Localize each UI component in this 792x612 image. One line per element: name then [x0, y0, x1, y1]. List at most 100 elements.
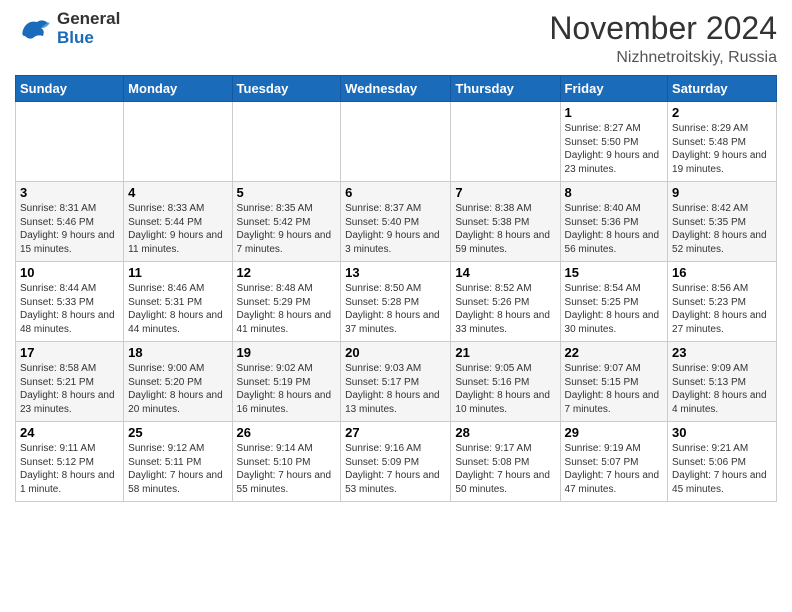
- day-info: Sunrise: 8:50 AM Sunset: 5:28 PM Dayligh…: [345, 282, 446, 336]
- day-number: 20: [345, 345, 446, 360]
- calendar-cell: 10Sunrise: 8:44 AM Sunset: 5:33 PM Dayli…: [16, 262, 124, 342]
- calendar-cell: [16, 102, 124, 182]
- day-number: 9: [672, 185, 772, 200]
- day-number: 22: [565, 345, 664, 360]
- day-number: 27: [345, 425, 446, 440]
- day-number: 19: [237, 345, 337, 360]
- weekday-header-row: SundayMondayTuesdayWednesdayThursdayFrid…: [16, 76, 777, 102]
- day-info: Sunrise: 8:29 AM Sunset: 5:48 PM Dayligh…: [672, 122, 772, 176]
- calendar-cell: 4Sunrise: 8:33 AM Sunset: 5:44 PM Daylig…: [124, 182, 232, 262]
- calendar-cell: 28 Sunrise: 9:17 AM Sunset: 5:08 PM Dayli…: [451, 422, 560, 502]
- calendar-table: SundayMondayTuesdayWednesdayThursdayFrid…: [15, 75, 777, 502]
- calendar-cell: [341, 102, 451, 182]
- calendar-cell: 6Sunrise: 8:37 AM Sunset: 5:40 PM Daylig…: [341, 182, 451, 262]
- day-info: Sunrise: 9:05 AM Sunset: 5:16 PM Dayligh…: [455, 362, 555, 416]
- day-info: Sunrise: 9:12 AM Sunset: 5:11 PM Dayligh…: [128, 442, 227, 496]
- calendar-week-row: 10Sunrise: 8:44 AM Sunset: 5:33 PM Dayli…: [16, 262, 777, 342]
- day-number: 21: [455, 345, 555, 360]
- weekday-header-tuesday: Tuesday: [232, 76, 341, 102]
- calendar-cell: 26Sunrise: 9:14 AM Sunset: 5:10 PM Dayli…: [232, 422, 341, 502]
- calendar-cell: 11 Sunrise: 8:46 AM Sunset: 5:31 PM Dayli…: [124, 262, 232, 342]
- weekday-header-saturday: Saturday: [668, 76, 777, 102]
- calendar-cell: 18Sunrise: 9:00 AM Sunset: 5:20 PM Dayli…: [124, 342, 232, 422]
- calendar-week-row: 1 Sunrise: 8:27 AM Sunset: 5:50 PM Daylig…: [16, 102, 777, 182]
- day-info: Sunrise: 8:31 AM Sunset: 5:46 PM Dayligh…: [20, 202, 119, 256]
- day-number: 2: [672, 105, 772, 120]
- day-info: Sunrise: 8:48 AM Sunset: 5:29 PM Dayligh…: [237, 282, 337, 336]
- logo-blue: Blue: [57, 29, 120, 48]
- weekday-header-wednesday: Wednesday: [341, 76, 451, 102]
- calendar-cell: 27 Sunrise: 9:16 AM Sunset: 5:09 PM Dayli…: [341, 422, 451, 502]
- day-number: 5: [237, 185, 337, 200]
- day-info: Sunrise: 9:03 AM Sunset: 5:17 PM Dayligh…: [345, 362, 446, 416]
- day-number: 17: [20, 345, 119, 360]
- day-number: 15: [565, 265, 664, 280]
- calendar-cell: [124, 102, 232, 182]
- day-info: Sunrise: 9:16 AM Sunset: 5:09 PM Dayligh…: [345, 442, 446, 496]
- day-number: 3: [20, 185, 119, 200]
- calendar-cell: [232, 102, 341, 182]
- day-info: Sunrise: 9:09 AM Sunset: 5:13 PM Dayligh…: [672, 362, 772, 416]
- day-info: Sunrise: 9:17 AM Sunset: 5:08 PM Dayligh…: [455, 442, 555, 496]
- weekday-header-monday: Monday: [124, 76, 232, 102]
- day-info: Sunrise: 8:56 AM Sunset: 5:23 PM Dayligh…: [672, 282, 772, 336]
- day-number: 14: [455, 265, 555, 280]
- day-number: 24: [20, 425, 119, 440]
- day-number: 25: [128, 425, 227, 440]
- day-number: 28: [455, 425, 555, 440]
- logo-bird-icon: [15, 10, 53, 48]
- day-number: 30: [672, 425, 772, 440]
- page-container: General Blue November 2024 Nizhnetroitsk…: [0, 0, 792, 512]
- logo-text: General Blue: [57, 10, 120, 47]
- day-number: 26: [237, 425, 337, 440]
- day-info: Sunrise: 8:42 AM Sunset: 5:35 PM Dayligh…: [672, 202, 772, 256]
- calendar-cell: 19Sunrise: 9:02 AM Sunset: 5:19 PM Dayli…: [232, 342, 341, 422]
- day-info: Sunrise: 8:58 AM Sunset: 5:21 PM Dayligh…: [20, 362, 119, 416]
- calendar-cell: 13 Sunrise: 8:50 AM Sunset: 5:28 PM Dayli…: [341, 262, 451, 342]
- day-number: 13: [345, 265, 446, 280]
- day-number: 8: [565, 185, 664, 200]
- logo-general: General: [57, 10, 120, 29]
- weekday-header-thursday: Thursday: [451, 76, 560, 102]
- calendar-cell: 2 Sunrise: 8:29 AM Sunset: 5:48 PM Daylig…: [668, 102, 777, 182]
- calendar-cell: 7 Sunrise: 8:38 AM Sunset: 5:38 PM Daylig…: [451, 182, 560, 262]
- calendar-cell: 8Sunrise: 8:40 AM Sunset: 5:36 PM Daylig…: [560, 182, 668, 262]
- calendar-cell: 15 Sunrise: 8:54 AM Sunset: 5:25 PM Dayli…: [560, 262, 668, 342]
- calendar-cell: 24 Sunrise: 9:11 AM Sunset: 5:12 PM Dayli…: [16, 422, 124, 502]
- day-info: Sunrise: 8:35 AM Sunset: 5:42 PM Dayligh…: [237, 202, 337, 256]
- calendar-cell: 22Sunrise: 9:07 AM Sunset: 5:15 PM Dayli…: [560, 342, 668, 422]
- day-number: 7: [455, 185, 555, 200]
- day-number: 23: [672, 345, 772, 360]
- logo: General Blue: [15, 10, 120, 48]
- calendar-cell: 9 Sunrise: 8:42 AM Sunset: 5:35 PM Daylig…: [668, 182, 777, 262]
- calendar-cell: 3 Sunrise: 8:31 AM Sunset: 5:46 PM Daylig…: [16, 182, 124, 262]
- calendar-cell: 21 Sunrise: 9:05 AM Sunset: 5:16 PM Dayli…: [451, 342, 560, 422]
- calendar-cell: [451, 102, 560, 182]
- calendar-cell: 1 Sunrise: 8:27 AM Sunset: 5:50 PM Daylig…: [560, 102, 668, 182]
- day-info: Sunrise: 8:54 AM Sunset: 5:25 PM Dayligh…: [565, 282, 664, 336]
- day-number: 11: [128, 265, 227, 280]
- calendar-cell: 29 Sunrise: 9:19 AM Sunset: 5:07 PM Dayli…: [560, 422, 668, 502]
- day-info: Sunrise: 8:52 AM Sunset: 5:26 PM Dayligh…: [455, 282, 555, 336]
- day-info: Sunrise: 9:11 AM Sunset: 5:12 PM Dayligh…: [20, 442, 119, 496]
- calendar-cell: 23 Sunrise: 9:09 AM Sunset: 5:13 PM Dayli…: [668, 342, 777, 422]
- calendar-week-row: 3 Sunrise: 8:31 AM Sunset: 5:46 PM Daylig…: [16, 182, 777, 262]
- calendar-cell: 30 Sunrise: 9:21 AM Sunset: 5:06 PM Dayli…: [668, 422, 777, 502]
- calendar-cell: 16 Sunrise: 8:56 AM Sunset: 5:23 PM Dayli…: [668, 262, 777, 342]
- day-number: 16: [672, 265, 772, 280]
- day-info: Sunrise: 9:21 AM Sunset: 5:06 PM Dayligh…: [672, 442, 772, 496]
- day-info: Sunrise: 8:46 AM Sunset: 5:31 PM Dayligh…: [128, 282, 227, 336]
- day-info: Sunrise: 8:27 AM Sunset: 5:50 PM Dayligh…: [565, 122, 664, 176]
- title-section: November 2024 Nizhnetroitskiy, Russia: [549, 10, 777, 67]
- day-info: Sunrise: 9:19 AM Sunset: 5:07 PM Dayligh…: [565, 442, 664, 496]
- calendar-week-row: 17 Sunrise: 8:58 AM Sunset: 5:21 PM Dayli…: [16, 342, 777, 422]
- day-info: Sunrise: 8:38 AM Sunset: 5:38 PM Dayligh…: [455, 202, 555, 256]
- day-number: 1: [565, 105, 664, 120]
- day-number: 18: [128, 345, 227, 360]
- location: Nizhnetroitskiy, Russia: [549, 49, 777, 67]
- day-info: Sunrise: 8:44 AM Sunset: 5:33 PM Dayligh…: [20, 282, 119, 336]
- day-number: 4: [128, 185, 227, 200]
- day-info: Sunrise: 8:37 AM Sunset: 5:40 PM Dayligh…: [345, 202, 446, 256]
- calendar-week-row: 24 Sunrise: 9:11 AM Sunset: 5:12 PM Dayli…: [16, 422, 777, 502]
- day-number: 29: [565, 425, 664, 440]
